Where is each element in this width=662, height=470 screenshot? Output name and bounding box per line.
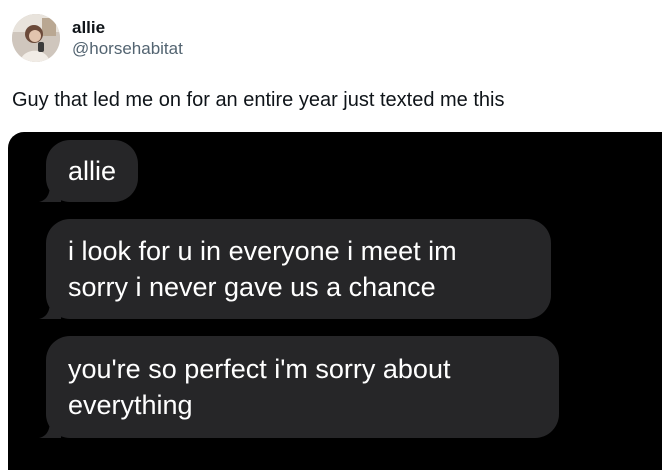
message-bubble: allie: [39, 140, 139, 202]
message-text: allie: [68, 156, 117, 186]
tweet-header: allie @horsehabitat: [12, 10, 183, 66]
avatar[interactable]: [12, 14, 60, 62]
display-name[interactable]: allie: [72, 17, 183, 38]
tweet-text: Guy that led me on for an entire year ju…: [12, 89, 505, 111]
profile-photo-icon: [12, 14, 60, 62]
message-text-line: you're so perfect i'm sorry about: [68, 354, 451, 384]
user-handle[interactable]: @horsehabitat: [72, 38, 183, 59]
message-bubble: you're so perfect i'm sorry about everyt…: [39, 336, 559, 438]
message-bubble: i look for u in everyone i meet im sorry…: [39, 219, 551, 319]
bubble-tail-icon: [39, 184, 61, 202]
message-text-line: everything: [68, 390, 193, 420]
bubble-tail-icon: [39, 420, 61, 438]
tweet-author: allie @horsehabitat: [72, 17, 183, 59]
tweet-media-image[interactable]: allie i look for u in everyone i meet im…: [8, 132, 662, 470]
bubble-tail-icon: [39, 301, 61, 319]
message-text-line: i look for u in everyone i meet im: [68, 236, 457, 266]
message-text-line: sorry i never gave us a chance: [68, 272, 436, 302]
